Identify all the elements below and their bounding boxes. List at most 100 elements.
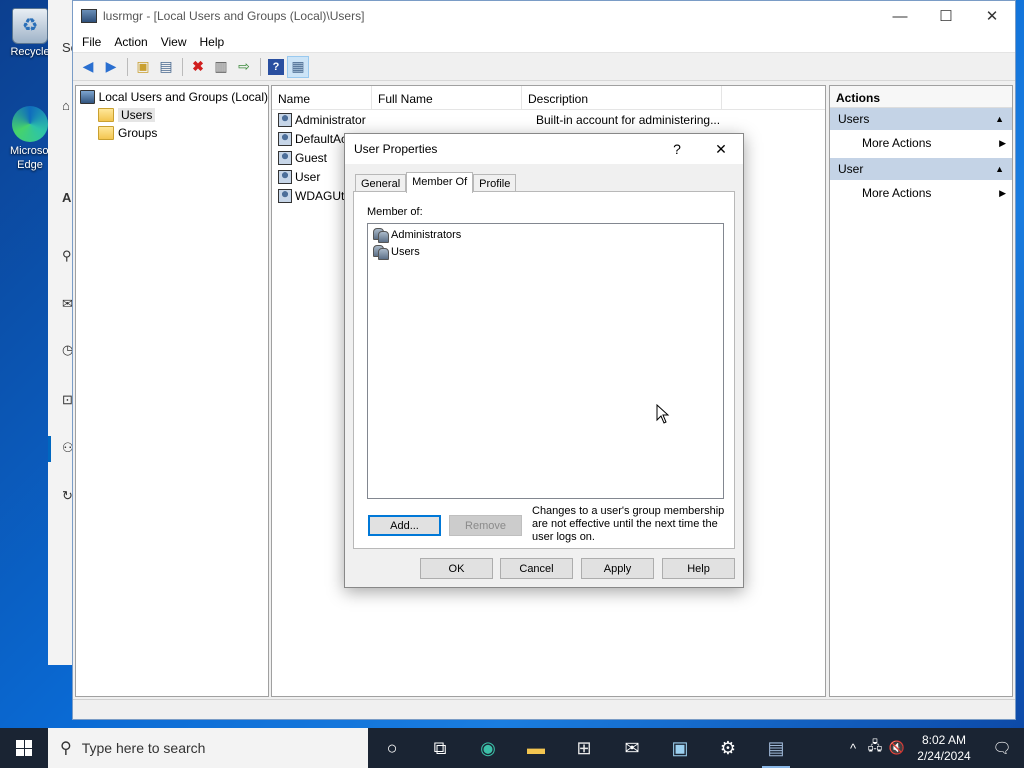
- more-actions-label: More Actions: [862, 136, 932, 150]
- column-description[interactable]: Description: [522, 86, 722, 109]
- submenu-arrow-icon: ▶: [999, 137, 1006, 148]
- chevron-up-icon[interactable]: ^: [842, 741, 864, 756]
- bg-window-heading: A: [62, 190, 72, 205]
- system-tray: ^ 🖧 🔇 8:02 AM 2/24/2024 🗨: [842, 728, 1024, 768]
- windows-logo-icon: [16, 740, 32, 756]
- member-of-panel: Member of: Administrators Users Add... R…: [353, 191, 735, 549]
- actions-section-user[interactable]: User ▲: [830, 158, 1012, 180]
- home-icon: ⌂: [62, 98, 70, 113]
- context-help-button[interactable]: ?: [655, 141, 699, 157]
- mouse-cursor-icon: [656, 404, 670, 424]
- tab-member-of[interactable]: Member Of: [406, 172, 474, 193]
- table-row[interactable]: Administrator Built-in account for admin…: [272, 110, 825, 129]
- up-folder-icon[interactable]: ▣: [132, 56, 154, 78]
- help-icon[interactable]: ?: [268, 58, 284, 75]
- delete-icon[interactable]: ✖: [187, 56, 209, 78]
- column-full-name[interactable]: Full Name: [372, 86, 522, 109]
- tree-item-groups-label: Groups: [118, 126, 158, 140]
- edge-taskbar-icon[interactable]: ◉: [464, 728, 512, 768]
- edge-icon: [12, 106, 48, 142]
- close-button[interactable]: ✕: [969, 1, 1015, 31]
- settings-gear-icon[interactable]: ⚙: [704, 728, 752, 768]
- tree-item-users[interactable]: Users: [76, 106, 268, 124]
- back-arrow-icon[interactable]: ◀: [77, 56, 99, 78]
- computer-icon: [80, 90, 95, 104]
- user-description: Built-in account for administering...: [536, 112, 721, 127]
- edge-label: Microsoft Edge: [10, 145, 55, 171]
- actions-section-users[interactable]: Users ▲: [830, 108, 1012, 130]
- member-of-label: Member of:: [367, 206, 423, 218]
- column-name[interactable]: Name: [272, 86, 372, 109]
- tree-root[interactable]: Local Users and Groups (Local): [76, 88, 268, 106]
- task-view-icon[interactable]: ⧉: [416, 728, 464, 768]
- help-button[interactable]: Help: [662, 558, 735, 579]
- recycle-bin-icon: [12, 8, 48, 44]
- folder-icon: [98, 126, 114, 140]
- group-icon: [373, 227, 389, 243]
- toolbar: ◀ ▶ ▣ ▤ ✖ ▥ ⇨ ? ▦: [73, 53, 1015, 81]
- submenu-arrow-icon: ▶: [999, 187, 1006, 198]
- list-item[interactable]: Users: [368, 243, 723, 260]
- list-item[interactable]: Administrators: [368, 226, 723, 243]
- search-placeholder: Type here to search: [81, 740, 206, 756]
- member-of-list[interactable]: Administrators Users: [367, 223, 724, 499]
- user-icon: [278, 169, 292, 184]
- user-name: Administrator: [295, 112, 366, 127]
- dialog-tabs: General Member Of Profile: [355, 172, 517, 193]
- list-header: Name Full Name Description: [272, 86, 825, 110]
- mail-taskbar-icon[interactable]: ✉: [608, 728, 656, 768]
- notifications-icon[interactable]: 🗨: [980, 739, 1024, 757]
- volume-muted-icon[interactable]: 🔇: [886, 740, 908, 756]
- toolbar-separator: [127, 57, 128, 76]
- folder-icon: [98, 108, 114, 122]
- group-icon: [373, 244, 389, 260]
- cortana-icon[interactable]: ○: [368, 728, 416, 768]
- network-icon[interactable]: 🖧: [864, 737, 886, 759]
- menu-bar: File Action View Help: [73, 31, 1015, 53]
- more-actions-user[interactable]: More Actions ▶: [830, 180, 1012, 206]
- user-icon: [278, 188, 292, 203]
- properties-icon[interactable]: ▥: [210, 56, 232, 78]
- menu-view[interactable]: View: [155, 33, 193, 51]
- clock-time: 8:02 AM: [921, 733, 967, 747]
- lusrmgr-taskbar-icon[interactable]: ▤: [752, 728, 800, 768]
- window-title: lusrmgr - [Local Users and Groups (Local…: [103, 9, 365, 23]
- dialog-close-button[interactable]: ✕: [699, 141, 743, 158]
- minimize-button[interactable]: —: [877, 1, 923, 31]
- group-name: Administrators: [391, 228, 462, 241]
- menu-help[interactable]: Help: [194, 33, 231, 51]
- menu-file[interactable]: File: [76, 33, 107, 51]
- store-icon[interactable]: ⊞: [560, 728, 608, 768]
- nav-selection-indicator: [48, 436, 51, 462]
- clock-date: 2/24/2024: [917, 749, 971, 763]
- apply-button[interactable]: Apply: [581, 558, 654, 579]
- show-action-pane-icon[interactable]: ▦: [287, 55, 309, 78]
- collapse-caret-icon: ▲: [995, 114, 1004, 124]
- tree-item-groups[interactable]: Groups: [76, 124, 268, 142]
- group-name: Users: [391, 245, 420, 258]
- tree-root-label: Local Users and Groups (Local): [98, 90, 268, 104]
- dialog-title: User Properties: [354, 142, 438, 156]
- ok-button[interactable]: OK: [420, 558, 493, 579]
- user-icon: [278, 112, 292, 127]
- menu-action[interactable]: Action: [108, 33, 153, 51]
- more-actions-users[interactable]: More Actions ▶: [830, 130, 1012, 156]
- start-button[interactable]: [0, 728, 48, 768]
- maximize-button[interactable]: ☐: [923, 1, 969, 31]
- cancel-button[interactable]: Cancel: [500, 558, 573, 579]
- clock[interactable]: 8:02 AM 2/24/2024: [908, 732, 980, 764]
- file-explorer-icon[interactable]: ▬: [512, 728, 560, 768]
- show-hide-tree-icon[interactable]: ▤: [155, 56, 177, 78]
- remove-button[interactable]: Remove: [449, 515, 522, 536]
- add-button[interactable]: Add...: [368, 515, 441, 536]
- taskbar-search[interactable]: ⚲ Type here to search: [48, 728, 368, 768]
- toolbar-separator: [260, 57, 261, 76]
- collapse-caret-icon: ▲: [995, 164, 1004, 174]
- actions-pane: Actions Users ▲ More Actions ▶ User ▲ Mo…: [829, 85, 1013, 697]
- search-icon: ⚲: [60, 740, 72, 757]
- export-list-icon[interactable]: ⇨: [233, 56, 255, 78]
- mmc-app-icon: [81, 9, 97, 23]
- forward-arrow-icon[interactable]: ▶: [100, 56, 122, 78]
- control-panel-icon[interactable]: ▣: [656, 728, 704, 768]
- console-tree: Local Users and Groups (Local) Users Gro…: [75, 85, 269, 697]
